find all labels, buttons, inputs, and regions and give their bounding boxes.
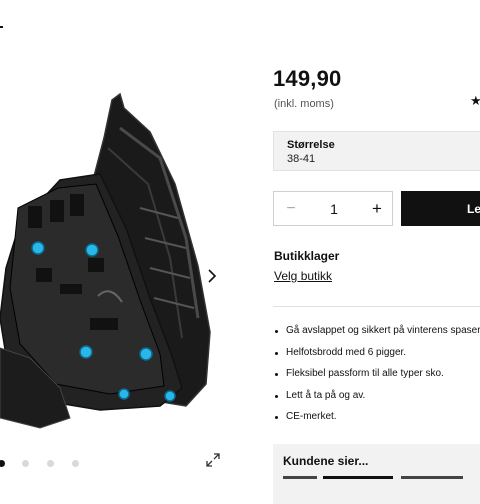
gallery-dot[interactable] bbox=[22, 460, 29, 467]
feature-text: Fleksibel passform til alle typer sko. bbox=[286, 368, 444, 379]
header-fragment bbox=[0, 26, 3, 28]
add-to-cart-label: Le bbox=[467, 201, 480, 216]
bullet-icon bbox=[275, 373, 278, 376]
reviews-section: Kundene sier... bbox=[273, 444, 480, 504]
store-stock-title: Butikklager bbox=[274, 249, 340, 263]
vat-note: (inkl. moms) bbox=[274, 98, 334, 110]
feature-item: Lett å ta på og av. bbox=[275, 389, 480, 411]
product-price: 149,90 bbox=[273, 66, 342, 91]
chevron-right-icon bbox=[208, 269, 217, 283]
feature-text: CE-merket. bbox=[286, 411, 337, 422]
quantity-decrease-button[interactable]: − bbox=[274, 192, 308, 225]
size-label: Størrelse bbox=[287, 139, 335, 151]
feature-item: Helfotsbrodd med 6 pigger. bbox=[275, 346, 480, 368]
gallery-next-button[interactable] bbox=[202, 262, 222, 290]
bullet-icon bbox=[275, 330, 278, 333]
expand-icon bbox=[206, 453, 220, 467]
star-icon[interactable]: ★ bbox=[470, 93, 480, 109]
gallery-dot[interactable] bbox=[47, 460, 54, 467]
reviews-title: Kundene sier... bbox=[283, 454, 369, 468]
feature-item: CE-merket. bbox=[275, 410, 480, 432]
feature-item: Gå avslappet og sikkert på vinterens spa… bbox=[275, 324, 480, 346]
bullet-icon bbox=[275, 351, 278, 355]
bullet-icon bbox=[275, 416, 278, 419]
feature-list: Gå avslappet og sikkert på vinterens spa… bbox=[275, 324, 480, 432]
size-value: 38-41 bbox=[287, 153, 316, 165]
feature-text: Gå avslappet og sikkert på vinterens spa… bbox=[286, 325, 480, 336]
expand-image-button[interactable] bbox=[203, 451, 223, 469]
reviews-text-preview bbox=[283, 476, 463, 479]
gallery-dot[interactable] bbox=[72, 460, 79, 467]
feature-text: Helfotsbrodd med 6 pigger. bbox=[286, 346, 407, 358]
quantity-value[interactable]: 1 bbox=[314, 192, 354, 225]
quantity-stepper: − 1 + bbox=[273, 191, 393, 226]
feature-text: Lett å ta på og av. bbox=[286, 389, 366, 401]
feature-item: Fleksibel passform til alle typer sko. bbox=[275, 367, 480, 389]
bullet-icon bbox=[275, 394, 278, 398]
size-selector[interactable]: Størrelse 38-41 bbox=[273, 131, 480, 171]
divider bbox=[273, 306, 480, 307]
quantity-increase-button[interactable]: + bbox=[360, 192, 394, 225]
select-store-link[interactable]: Velg butikk bbox=[274, 269, 332, 283]
add-to-cart-button[interactable]: Le bbox=[401, 191, 480, 226]
